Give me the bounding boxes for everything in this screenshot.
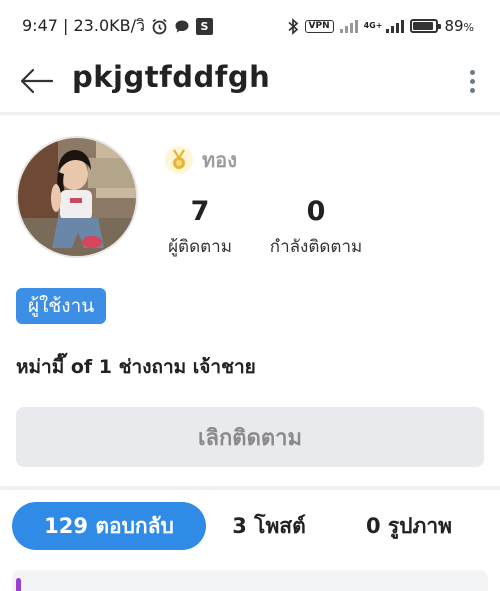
badge-label: ทอง <box>202 148 237 172</box>
role-tag: ผู้ใช้งาน <box>16 288 107 324</box>
signal-icon-1 <box>339 19 358 33</box>
bluetooth-icon <box>287 17 299 35</box>
status-bar: 9:47 | 23.0KB/วิ S VPN 4G+ 89% <box>0 0 500 52</box>
battery-icon <box>410 19 442 33</box>
signal-icon-2 <box>386 19 405 33</box>
battery-fill <box>413 22 434 30</box>
arrow-left-icon <box>20 68 54 94</box>
following-label: กำลังติดตาม <box>269 237 363 257</box>
chat-icon <box>174 19 190 34</box>
followers-stat[interactable]: 7 ผู้ติดตาม <box>160 196 240 260</box>
header-divider <box>0 112 500 115</box>
battery-percent-suffix: % <box>463 21 474 34</box>
more-dot <box>469 78 475 84</box>
status-time: 9:47 | 23.0KB/วิ <box>22 15 145 35</box>
more-options-button[interactable] <box>462 64 482 98</box>
alarm-icon <box>151 18 168 35</box>
followers-label: ผู้ติดตาม <box>168 237 232 257</box>
tab-replies[interactable]: 129 ตอบกลับ <box>12 502 206 550</box>
app-header: pkjgtfddfgh <box>0 52 500 110</box>
vpn-icon: VPN <box>304 19 334 33</box>
medal-icon <box>165 146 193 174</box>
network-type-label: 4G+ <box>363 21 383 30</box>
more-dot <box>469 87 475 93</box>
feed-item-peek[interactable] <box>12 570 488 591</box>
status-bar-left: 9:47 | 23.0KB/วิ S <box>22 14 213 39</box>
page-title: pkjgtfddfgh <box>72 60 271 94</box>
following-stat[interactable]: 0 กำลังติดตาม <box>262 196 370 260</box>
status-bar-right: VPN 4G+ 89% <box>287 17 474 35</box>
back-button[interactable] <box>18 62 56 100</box>
battery-percent: 89% <box>444 17 474 35</box>
profile-photo <box>18 138 136 256</box>
feed-item-accent-bar <box>16 578 21 591</box>
tab-photos[interactable]: 0 รูปภาพ <box>344 502 474 550</box>
battery-percent-value: 89 <box>444 17 464 35</box>
section-divider <box>0 486 500 490</box>
more-vertical-icon <box>469 69 475 75</box>
unfollow-button[interactable]: เลิกติดตาม <box>16 407 484 467</box>
rank-badge: ทอง <box>164 144 237 176</box>
avatar[interactable] <box>16 136 138 258</box>
tab-posts[interactable]: 3 โพสต์ <box>216 502 322 550</box>
s-app-icon: S <box>195 17 213 35</box>
followers-count: 7 <box>190 196 210 227</box>
profile-bio: หม่ามี๊ of 1 ช่างถาม เจ้าชาย <box>16 356 256 378</box>
following-count: 0 <box>306 196 326 227</box>
